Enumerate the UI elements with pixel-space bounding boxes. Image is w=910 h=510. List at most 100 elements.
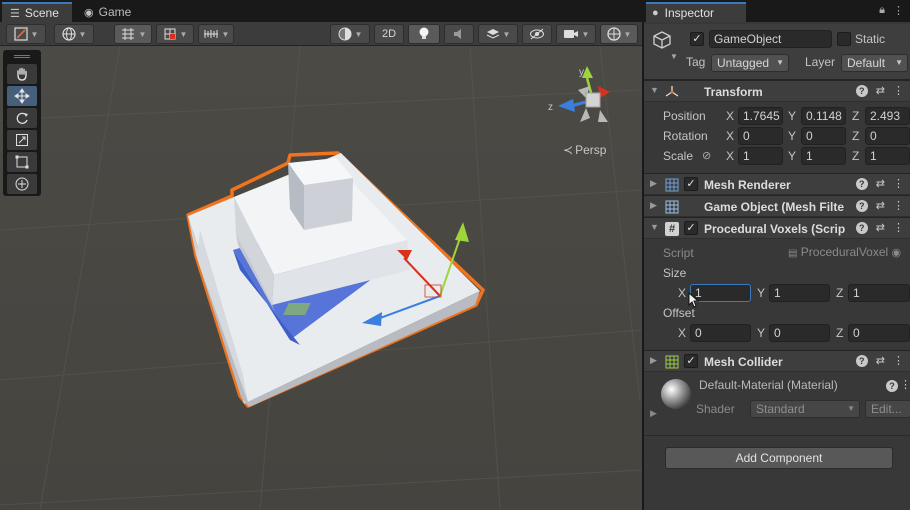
add-component-button[interactable]: Add Component [665,447,893,469]
size-z-letter[interactable]: Z [836,286,843,300]
size-y-field[interactable]: 1 [769,284,830,302]
mode-2d-button[interactable]: 2D [374,24,404,44]
foldout-expanded-icon[interactable]: ▼ [650,222,659,232]
offset-x-letter[interactable]: X [678,326,686,340]
help-icon[interactable]: ? [855,200,868,212]
draw-mode-button[interactable]: ▼ [6,24,46,44]
foldout-collapsed-icon[interactable]: ▶ [650,178,657,189]
tag-dropdown[interactable]: Untagged ▼ [711,54,789,72]
foldout-collapsed-icon[interactable]: ▶ [650,200,657,211]
rect-tool-button[interactable] [7,152,37,172]
camera-settings-button[interactable]: ▼ [556,24,596,44]
presets-icon[interactable]: ⇄ [876,178,885,190]
rotate-tool-button[interactable] [7,108,37,128]
presets-icon[interactable]: ⇄ [876,85,885,97]
tab-game[interactable]: ◉ Game [76,2,142,22]
icon-dropdown-arrow[interactable]: ▼ [670,52,678,61]
grid-snap-button[interactable]: ▼ [114,24,152,44]
gameobject-name-field[interactable]: GameObject [709,30,832,48]
shader-dropdown[interactable]: Standard ▼ [750,400,860,418]
hand-tool-button[interactable] [7,64,37,84]
scale-tool-button[interactable] [7,130,37,150]
active-checkbox[interactable]: ✓ [690,32,704,46]
scale-y-letter[interactable]: Y [788,149,796,163]
position-z-field[interactable]: 2.493 [865,107,910,125]
hidden-objects-toggle[interactable] [522,24,552,44]
mesh-renderer-enabled-checkbox[interactable]: ✓ [684,177,698,191]
move-tool-button[interactable] [7,86,37,106]
foldout-expanded-icon[interactable]: ▼ [650,85,659,95]
mesh-renderer-header[interactable]: ▶ ✓ Mesh Renderer ? ⇄ ⋮ [644,173,910,195]
mesh-collider-header[interactable]: ▶ ✓ Mesh Collider ? ⇄ ⋮ [644,350,910,372]
tab-inspector[interactable]: ● Inspector [646,2,746,22]
lighting-toggle[interactable] [408,24,440,44]
ruler-button[interactable]: ▼ [198,24,234,44]
kebab-menu-icon[interactable]: ⋮ [893,4,904,17]
material-foldout-icon[interactable]: ▶ [650,408,657,419]
kebab-menu-icon[interactable]: ⋮ [900,379,910,391]
rotation-y-field[interactable]: 0 [801,127,846,145]
scale-x-field[interactable]: 1 [738,147,783,165]
size-z-field[interactable]: 1 [848,284,910,302]
scene-viewport[interactable]: y z [0,46,642,510]
scale-y-field[interactable]: 1 [801,147,846,165]
audio-toggle[interactable] [444,24,474,44]
size-x-letter[interactable]: X [678,286,686,300]
size-y-letter[interactable]: Y [757,286,765,300]
kebab-menu-icon[interactable]: ⋮ [893,222,904,234]
procedural-voxels-enabled-checkbox[interactable]: ✓ [684,221,698,235]
presets-icon[interactable]: ⇄ [876,222,885,234]
mesh-filter-header[interactable]: ▶ Game Object (Mesh Filte ? ⇄ ⋮ [644,195,910,217]
link-scale-icon[interactable]: ⊘ [702,149,711,162]
shading-mode-button[interactable]: ▼ [330,24,370,44]
scale-z-field[interactable]: 1 [865,147,910,165]
help-icon[interactable]: ? [855,222,868,234]
global-local-button[interactable]: ▼ [54,24,94,44]
object-picker-icon[interactable]: ◉ [892,247,902,259]
palette-drag-handle[interactable] [14,55,30,58]
offset-y-letter[interactable]: Y [757,326,765,340]
procedural-voxels-header[interactable]: ▼ # ✓ Procedural Voxels (Scrip ? ⇄ ⋮ [644,217,910,239]
offset-z-letter[interactable]: Z [836,326,843,340]
static-checkbox[interactable] [837,32,851,46]
help-icon[interactable]: ? [855,178,868,190]
snap-increment-button[interactable]: ▼ [156,24,194,44]
lock-icon[interactable]: 🔒︎ [879,4,885,17]
help-icon[interactable]: ? [855,85,868,97]
position-y-field[interactable]: 0.1148 [801,107,846,125]
position-x-field[interactable]: 1.7645 [738,107,783,125]
rotate-icon [16,112,28,124]
pos-y-letter[interactable]: Y [788,109,796,123]
rotation-x-field[interactable]: 0 [738,127,783,145]
scale-x-letter[interactable]: X [726,149,734,163]
transform-tool-button[interactable] [7,174,37,194]
kebab-menu-icon[interactable]: ⋮ [893,85,904,97]
offset-y-field[interactable]: 0 [769,324,830,342]
transform-header[interactable]: ▼ Transform ? ⇄ ⋮ [644,80,910,102]
presets-icon[interactable]: ⇄ [876,355,885,367]
help-icon[interactable]: ? [855,355,868,367]
projection-toggle[interactable]: ≺ Persp [563,143,606,157]
kebab-menu-icon[interactable]: ⋮ [893,178,904,190]
gizmos-button[interactable]: ▼ [600,24,638,44]
scale-z-letter[interactable]: Z [852,149,859,163]
offset-z-field[interactable]: 0 [848,324,910,342]
layer-dropdown[interactable]: Default ▼ [841,54,908,72]
effects-button[interactable]: ▼ [478,24,518,44]
script-object-field[interactable]: ▤ ProceduralVoxel ◉ [788,244,910,262]
mesh-collider-enabled-checkbox[interactable]: ✓ [684,354,698,368]
foldout-collapsed-icon[interactable]: ▶ [650,355,657,366]
pos-x-letter[interactable]: X [726,109,734,123]
pos-z-letter[interactable]: Z [852,109,859,123]
kebab-menu-icon[interactable]: ⋮ [893,200,904,212]
rot-y-letter[interactable]: Y [788,129,796,143]
rot-x-letter[interactable]: X [726,129,734,143]
rot-z-letter[interactable]: Z [852,129,859,143]
kebab-menu-icon[interactable]: ⋮ [893,355,904,367]
rotation-z-field[interactable]: 0 [865,127,910,145]
tab-scene[interactable]: ☰ Scene [2,2,72,22]
presets-icon[interactable]: ⇄ [876,200,885,212]
offset-x-field[interactable]: 0 [690,324,751,342]
help-icon[interactable]: ? [886,380,898,392]
edit-shader-button[interactable]: Edit... [865,400,910,418]
